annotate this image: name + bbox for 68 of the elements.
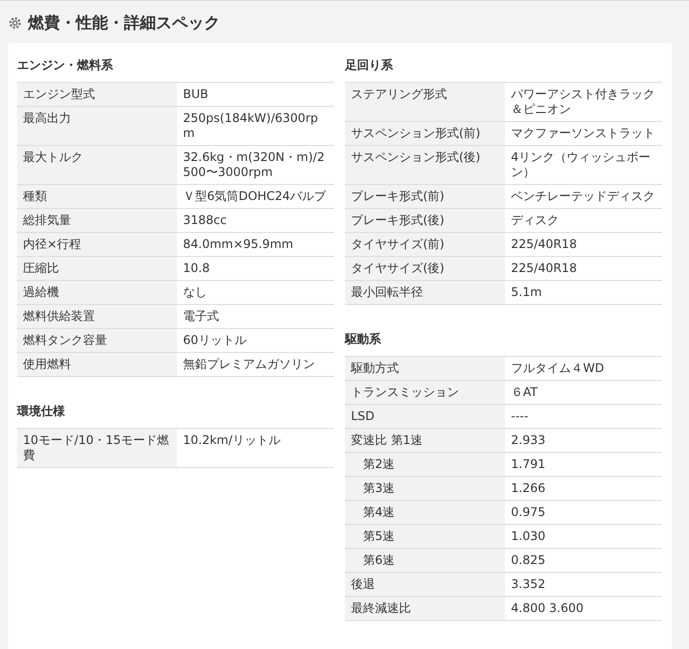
- spec-value: Ｖ型6気筒DOHC24バルブ: [182, 188, 327, 205]
- section-title: 燃費・性能・詳細スペック: [28, 12, 220, 34]
- spec-label: LSD: [345, 405, 505, 428]
- spec-value: 250ps(184kW)/6300rpm: [182, 110, 319, 142]
- spec-value: 1.266: [510, 480, 546, 497]
- spec-value: 3.352: [510, 576, 546, 593]
- spec-label: 圧縮比: [17, 257, 177, 280]
- spec-value: 3188cc: [182, 212, 228, 229]
- spec-value: 32.6kg・m(320N・m)/2500〜3000rpm: [182, 149, 326, 181]
- spec-label: 総排気量: [17, 209, 177, 232]
- spec-label: ブレーキ形式(前): [345, 185, 505, 208]
- group-heading: 環境仕様: [17, 403, 66, 420]
- spec-label: エンジン型式: [17, 83, 177, 106]
- spec-label: 10モード/10・15モード燃費: [17, 429, 177, 467]
- spec-value: 10.8: [182, 260, 211, 277]
- spec-label: 後退: [345, 573, 505, 596]
- spec-value: ----: [510, 408, 530, 425]
- group-heading: 足回り系: [345, 57, 394, 74]
- spec-label: 内径×行程: [17, 233, 177, 256]
- spec-label: 最高出力: [17, 107, 177, 145]
- spec-label: 燃料供給装置: [17, 305, 177, 328]
- spec-value: BUB: [182, 86, 210, 103]
- spec-value: ６AT: [510, 384, 539, 401]
- gear-icon: [8, 16, 22, 30]
- spec-value: 4.800 3.600: [510, 600, 585, 617]
- spec-label: 第4速: [345, 501, 505, 524]
- spec-label: 第2速: [345, 453, 505, 476]
- spec-label: 第3速: [345, 477, 505, 500]
- group-heading: エンジン・燃料系: [17, 57, 114, 74]
- spec-label: 過給機: [17, 281, 177, 304]
- spec-label: タイヤサイズ(後): [345, 257, 505, 280]
- spec-label: 第5速: [345, 525, 505, 548]
- spec-label: 最小回転半径: [345, 281, 505, 304]
- spec-value: 225/40R18: [510, 260, 578, 277]
- spec-label: 種類: [17, 185, 177, 208]
- group-heading: 駆動系: [345, 331, 382, 348]
- spec-value: 225/40R18: [510, 236, 578, 253]
- spec-label: 最大トルク: [17, 146, 177, 184]
- spec-value: 0.975: [510, 504, 546, 521]
- spec-label: 燃料タンク容量: [17, 329, 177, 352]
- spec-label: トランスミッション: [345, 381, 505, 404]
- spec-value: マクファーソンストラット: [510, 125, 656, 142]
- spec-value: 5.1m: [510, 284, 543, 301]
- spec-label: 第6速: [345, 549, 505, 572]
- spec-value: 1.030: [510, 528, 546, 545]
- spec-value: 無鉛プレミアムガソリン: [182, 356, 316, 373]
- spec-label: 最終減速比: [345, 597, 505, 620]
- spec-value: 1.791: [510, 456, 546, 473]
- spec-label: タイヤサイズ(前): [345, 233, 505, 256]
- spec-value: ベンチレーテッドディスク: [510, 188, 656, 205]
- spec-value: なし: [182, 284, 208, 301]
- spec-label: 駆動方式: [345, 357, 505, 380]
- spec-value: フルタイム４WD: [510, 360, 606, 377]
- spec-value: ディスク: [510, 212, 560, 229]
- spec-value: 2.933: [510, 432, 546, 449]
- spec-label: サスペンション形式(後): [345, 146, 505, 184]
- spec-value: 4リンク（ウィッシュボーン）: [510, 149, 652, 181]
- spec-value: 10.2km/リットル: [182, 432, 282, 449]
- spec-label: 変速比 第1速: [345, 429, 505, 452]
- spec-label: ブレーキ形式(後): [345, 209, 505, 232]
- spec-value: 84.0mm×95.9mm: [182, 236, 294, 253]
- spec-label: サスペンション形式(前): [345, 122, 505, 145]
- spec-value: パワーアシスト付きラック＆ピニオン: [510, 86, 656, 118]
- spec-value: 電子式: [182, 308, 220, 325]
- spec-value: 0.825: [510, 552, 546, 569]
- spec-value: 60リットル: [182, 332, 248, 349]
- spec-label: 使用燃料: [17, 353, 177, 376]
- spec-label: ステアリング形式: [345, 83, 505, 121]
